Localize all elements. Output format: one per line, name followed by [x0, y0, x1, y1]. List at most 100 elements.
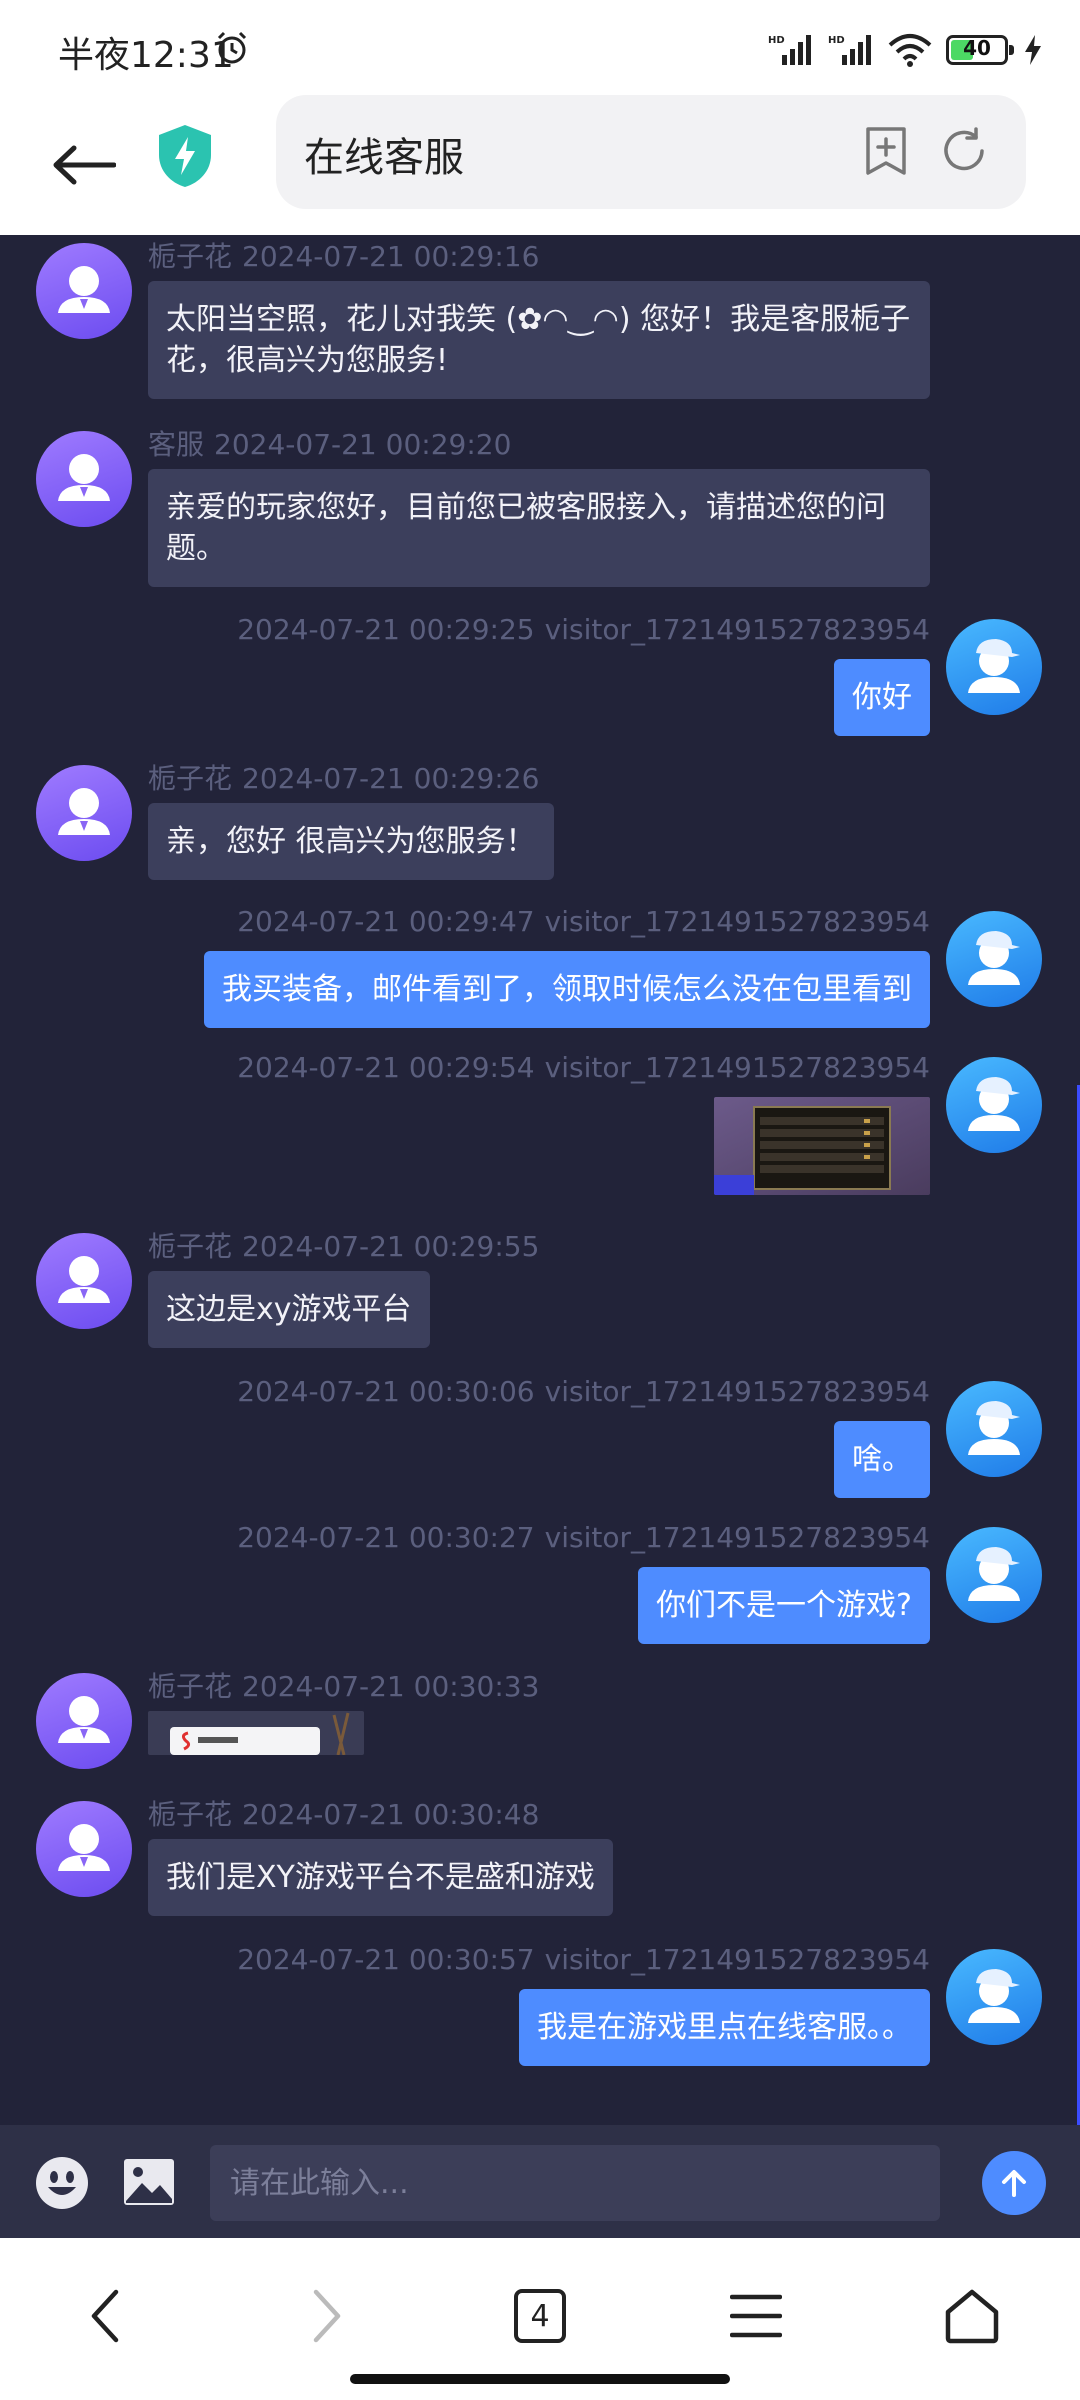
staff-avatar	[36, 765, 132, 861]
add-bookmark-icon[interactable]	[858, 123, 914, 179]
message-text: 太阳当空照，花儿对我笑 (✿◠‿◠) 您好！我是客服栀子	[166, 302, 911, 337]
user-cap-icon	[968, 1969, 1020, 2023]
staff-avatar	[36, 1801, 132, 1897]
message-bubble: 啥。	[834, 1421, 930, 1498]
user-icon	[58, 454, 110, 501]
user-icon	[58, 788, 110, 835]
visitor-avatar	[946, 619, 1042, 715]
sender-name: 栀子花	[148, 762, 233, 795]
chevron-right-icon	[313, 2289, 341, 2343]
message-time: 2024-07-21 00:30:48	[242, 1798, 540, 1831]
message-text: 你好	[852, 680, 912, 715]
user-cap-icon	[968, 1077, 1020, 1131]
staff-avatar	[36, 1673, 132, 1769]
message-meta: 2024-07-21 00:29:54 visitor_1721491527823…	[237, 1051, 930, 1084]
platform-logo-thumbnail	[148, 1711, 364, 1755]
message-text: 亲爱的玩家您好，目前您已被客服接入，请描述您的问	[166, 490, 886, 525]
battery-level: 40	[963, 36, 991, 60]
message-text: 你们不是一个游戏?	[656, 1588, 912, 1623]
reload-icon[interactable]	[936, 123, 992, 179]
image-icon[interactable]	[122, 2157, 176, 2207]
message-bubble: 这边是xy游戏平台	[148, 1271, 430, 1348]
message-meta: 栀子花 2024-07-21 00:30:48	[148, 1793, 539, 1833]
message-time: 2024-07-21 00:30:33	[242, 1670, 540, 1703]
user-icon	[58, 266, 110, 313]
message-time: 2024-07-21 00:29:47	[237, 905, 535, 938]
message-bubble: 太阳当空照，花儿对我笑 (✿◠‿◠) 您好！我是客服栀子 花，很高兴为您服务!	[148, 281, 930, 399]
sender-name: 栀子花	[148, 1230, 233, 1263]
emoji-icon[interactable]	[34, 2155, 90, 2211]
visitor-avatar	[946, 911, 1042, 1007]
message-time: 2024-07-21 00:30:06	[237, 1375, 535, 1408]
charging-icon	[1025, 35, 1041, 65]
nav-forward-button[interactable]	[286, 2276, 366, 2356]
staff-avatar	[36, 1233, 132, 1329]
nav-back-button[interactable]	[66, 2276, 146, 2356]
user-icon	[58, 1824, 110, 1871]
signal-icon-2: HD	[828, 33, 874, 67]
page-title: 在线客服	[304, 135, 464, 181]
menu-icon	[730, 2294, 782, 2338]
image-message[interactable]	[714, 1097, 930, 1195]
home-indicator	[350, 2374, 730, 2384]
message-text: 花，很高兴为您服务!	[166, 343, 449, 378]
sender-name: visitor_1721491527823954	[544, 1943, 930, 1976]
message-input[interactable]	[210, 2145, 940, 2221]
user-cap-icon	[968, 1547, 1020, 1601]
send-button[interactable]	[982, 2151, 1046, 2215]
sender-name: visitor_1721491527823954	[544, 1521, 930, 1554]
game-screenshot-thumbnail	[714, 1097, 930, 1195]
message-text: 啥。	[852, 1442, 912, 1477]
user-icon	[58, 1696, 110, 1743]
message-bubble: 你们不是一个游戏?	[638, 1567, 930, 1644]
message-text: 我是在游戏里点在线客服。。	[537, 2010, 912, 2045]
user-cap-icon	[968, 639, 1020, 693]
sender-name: visitor_1721491527823954	[544, 905, 930, 938]
message-bubble: 我是在游戏里点在线客服。。	[519, 1989, 930, 2066]
sender-name: 客服	[148, 428, 205, 461]
menu-button[interactable]	[716, 2276, 796, 2356]
arrow-up-icon	[1002, 2170, 1026, 2197]
image-message[interactable]	[148, 1711, 364, 1755]
message-time: 2024-07-21 00:29:26	[242, 762, 540, 795]
signal-icon: HD	[768, 33, 814, 67]
message-text: 我买装备，邮件看到了，领取时候怎么没在包里看到	[222, 972, 912, 1007]
back-arrow-icon	[53, 145, 116, 185]
message-time: 2024-07-21 00:30:57	[237, 1943, 535, 1976]
message-meta: 2024-07-21 00:30:27 visitor_1721491527823…	[237, 1521, 930, 1554]
message-text: 题。	[166, 531, 226, 566]
message-meta: 栀子花 2024-07-21 00:30:33	[148, 1665, 539, 1705]
message-meta: 栀子花 2024-07-21 00:29:26	[148, 757, 539, 797]
message-time: 2024-07-21 00:30:27	[237, 1521, 535, 1554]
tabs-button[interactable]: 4	[500, 2276, 580, 2356]
message-meta: 2024-07-21 00:29:25 visitor_1721491527823…	[237, 613, 930, 646]
security-shield-icon[interactable]	[155, 123, 215, 189]
status-icons: HD HD 40	[768, 30, 1044, 70]
chat-area[interactable]: 栀子花 2024-07-21 00:29:16 太阳当空照，花儿对我笑 (✿◠‿◠…	[0, 235, 1080, 2125]
visitor-avatar	[946, 1057, 1042, 1153]
status-time: 半夜12:31	[58, 35, 234, 76]
staff-avatar	[36, 243, 132, 339]
message-meta: 客服 2024-07-21 00:29:20	[148, 423, 511, 463]
message-bubble: 亲爱的玩家您好，目前您已被客服接入，请描述您的问 题。	[148, 469, 930, 587]
user-cap-icon	[968, 1401, 1020, 1455]
message-text: 亲，您好 很高兴为您服务！	[166, 824, 536, 859]
svg-text:HD: HD	[828, 35, 845, 46]
message-meta: 2024-07-21 00:30:57 visitor_1721491527823…	[237, 1943, 930, 1976]
status-bar: 半夜12:31 HD HD 40	[0, 0, 1080, 95]
message-time: 2024-07-21 00:29:20	[214, 428, 512, 461]
message-text: 我们是XY游戏平台不是盛和游戏	[166, 1860, 595, 1895]
visitor-avatar	[946, 1949, 1042, 2045]
sender-name: 栀子花	[148, 240, 233, 273]
back-button[interactable]	[44, 125, 124, 205]
address-bar[interactable]: 在线客服	[276, 95, 1026, 209]
sender-name: visitor_1721491527823954	[544, 613, 930, 646]
message-bubble: 我买装备，邮件看到了，领取时候怎么没在包里看到	[204, 951, 930, 1028]
message-text: 这边是xy游戏平台	[166, 1292, 412, 1327]
visitor-avatar	[946, 1381, 1042, 1477]
message-time: 2024-07-21 00:29:54	[237, 1051, 535, 1084]
browser-toolbar: 在线客服	[0, 95, 1080, 235]
home-button[interactable]	[932, 2276, 1012, 2356]
home-icon	[945, 2289, 999, 2344]
tabs-icon: 4	[514, 2289, 566, 2343]
